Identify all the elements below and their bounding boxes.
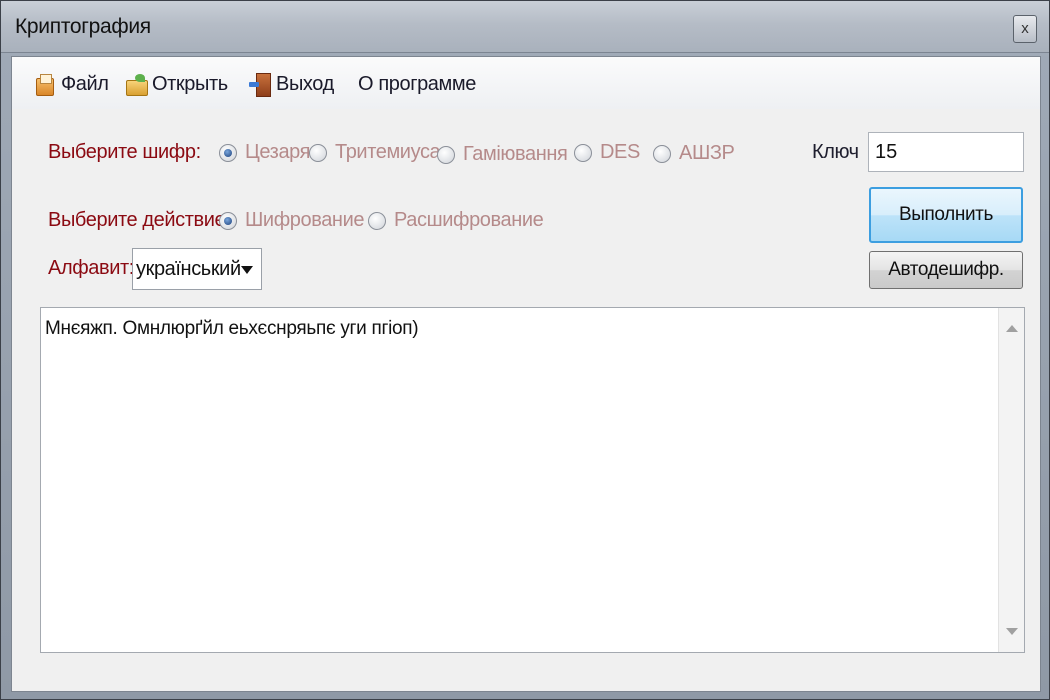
radio-cipher-gamming-label: Гаміювання bbox=[463, 143, 568, 165]
alphabet-select[interactable]: український bbox=[132, 248, 262, 290]
key-input[interactable] bbox=[868, 132, 1024, 172]
radio-action-decrypt[interactable]: Расшифрование bbox=[368, 209, 544, 232]
file-icon bbox=[34, 72, 56, 96]
chevron-down-icon[interactable] bbox=[241, 266, 253, 274]
radio-checked-icon bbox=[219, 211, 237, 230]
client-area: Файл Открыть Выход О программе Выберите … bbox=[11, 56, 1041, 692]
radio-unchecked-icon bbox=[574, 143, 592, 162]
close-icon: x bbox=[1021, 20, 1029, 37]
app-window: Криптография x Файл Открыть Выход О прог… bbox=[0, 0, 1050, 700]
menu-about-label: О программе bbox=[358, 72, 476, 95]
radio-action-encrypt[interactable]: Шифрование bbox=[219, 209, 364, 232]
radio-unchecked-icon bbox=[368, 211, 386, 230]
menu-open[interactable]: Открыть bbox=[125, 71, 228, 97]
radio-cipher-trithemius[interactable]: Тритемиуса bbox=[309, 141, 441, 164]
radio-action-encrypt-label: Шифрование bbox=[245, 209, 365, 231]
alphabet-label: Алфавит: bbox=[48, 257, 134, 279]
menu-open-label: Открыть bbox=[152, 72, 228, 95]
window-title: Криптография bbox=[15, 15, 151, 38]
radio-cipher-ashzr-label: АШЗР bbox=[679, 142, 735, 164]
cipher-label: Выберите шифр: bbox=[48, 141, 201, 163]
radio-cipher-trithemius-label: Тритемиуса bbox=[335, 141, 441, 163]
execute-button[interactable]: Выполнить bbox=[869, 187, 1023, 243]
radio-unchecked-icon bbox=[437, 145, 455, 164]
key-label: Ключ bbox=[812, 141, 859, 163]
menu-exit[interactable]: Выход bbox=[249, 71, 334, 97]
radio-cipher-ashzr[interactable]: АШЗР bbox=[653, 142, 735, 165]
radio-unchecked-icon bbox=[309, 143, 327, 162]
scroll-down-icon[interactable] bbox=[1006, 628, 1018, 635]
radio-cipher-des[interactable]: DES bbox=[574, 141, 640, 164]
menu-exit-label: Выход bbox=[276, 72, 334, 95]
menu-about[interactable]: О программе bbox=[358, 71, 476, 97]
action-label: Выберите действие: bbox=[48, 209, 231, 231]
radio-cipher-caesar[interactable]: Цезаря bbox=[219, 141, 311, 164]
alphabet-select-value: український bbox=[136, 257, 241, 280]
radio-checked-icon bbox=[219, 143, 237, 162]
menu-file-label: Файл bbox=[61, 72, 109, 95]
text-area-content[interactable]: Мнєяжп. Омнлюрґйл еьхєснряьпє уги пгіоп) bbox=[45, 318, 995, 340]
title-bar[interactable]: Криптография x bbox=[1, 1, 1049, 53]
menu-file[interactable]: Файл bbox=[34, 71, 109, 97]
radio-cipher-gamming[interactable]: Гаміювання bbox=[437, 143, 568, 166]
radio-cipher-caesar-label: Цезаря bbox=[245, 141, 311, 163]
radio-unchecked-icon bbox=[653, 144, 671, 163]
autodecrypt-button[interactable]: Автодешифр. bbox=[869, 251, 1023, 289]
close-button[interactable]: x bbox=[1013, 15, 1037, 43]
radio-action-decrypt-label: Расшифрование bbox=[394, 209, 544, 231]
radio-cipher-des-label: DES bbox=[600, 141, 640, 163]
scroll-up-icon[interactable] bbox=[1006, 325, 1018, 332]
open-folder-icon bbox=[125, 72, 148, 96]
vertical-scrollbar[interactable] bbox=[998, 308, 1024, 652]
exit-door-icon bbox=[249, 72, 271, 97]
menu-bar: Файл Открыть Выход О программе bbox=[12, 57, 1040, 109]
text-area[interactable]: Мнєяжп. Омнлюрґйл еьхєснряьпє уги пгіоп) bbox=[40, 307, 1025, 653]
